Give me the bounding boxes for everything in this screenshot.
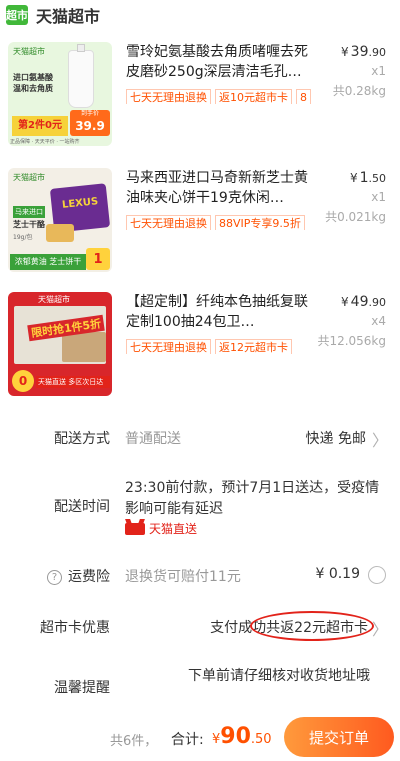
- thumb-price-label: 到手价: [80, 110, 99, 117]
- product-tags: 七天无理由退换 88VIP专享9.5折: [126, 212, 312, 230]
- store-name[interactable]: 天猫超市: [36, 3, 100, 27]
- tmall-cat-icon: [125, 522, 145, 535]
- product-quantity: x1: [371, 64, 386, 78]
- shipping-insurance-radio[interactable]: [368, 566, 386, 584]
- shipping-insurance-price: ¥ 0.19: [315, 566, 360, 582]
- chevron-right-icon[interactable]: 〉: [372, 616, 388, 640]
- shipping-insurance-label: 运费险: [68, 569, 110, 585]
- highlight-circle-annotation: [250, 611, 374, 641]
- product-thumbnail[interactable]: 天猫超市 马来进口 芝士干酪 19g/包 LEXUS 浓郁黄油 芝士饼干 1: [8, 168, 112, 272]
- submit-order-button[interactable]: 提交订单: [284, 717, 394, 757]
- total-integer: 90: [220, 724, 251, 749]
- order-item[interactable]: 天猫超市 马来进口 芝士干酪 19g/包 LEXUS 浓郁黄油 芝士饼干 1 马…: [0, 168, 400, 276]
- reminder-row: 温馨提醒 下单前请仔细核对收货地址哦: [0, 666, 400, 708]
- price-integer: 49: [350, 294, 369, 310]
- product-pump-image: [77, 44, 85, 52]
- total-label: 合计:: [171, 732, 204, 748]
- product-thumbnail[interactable]: 天猫超市 进口氨基酸 温和去角质 第2件0元 到手价 39.9 正品保障 · 天…: [8, 42, 112, 146]
- tag-return-policy: 七天无理由退换: [126, 215, 211, 230]
- thumb-origin-badge: 马来进口: [13, 206, 45, 218]
- price-currency: ¥: [341, 295, 349, 309]
- total-amount: ¥90.50: [212, 724, 272, 749]
- tmall-direct-badge: 天猫直送: [125, 520, 197, 537]
- tag-return-policy: 七天无理由退换: [126, 339, 211, 354]
- product-price: ¥49.90: [341, 294, 386, 310]
- checkout-footer: 共6件， 合计: ¥90.50 提交订单: [0, 713, 400, 761]
- thumb-size: 19g/包: [13, 234, 33, 241]
- price-integer: 1: [359, 170, 369, 186]
- shipping-insurance-row[interactable]: ? 运费险 退换货可赔付11元 ¥ 0.19: [0, 566, 400, 586]
- thumb-brand-label: 天猫超市: [13, 173, 45, 182]
- tmall-supermarket-logo: 超市: [6, 5, 28, 25]
- product-weight: 共12.056kg: [317, 334, 386, 348]
- price-currency: ¥: [341, 45, 349, 59]
- price-decimal: .50: [368, 172, 387, 185]
- product-tags: 七天无理由退换 返12元超市卡: [126, 336, 312, 354]
- price-decimal: .90: [368, 296, 387, 309]
- price-decimal: .90: [368, 46, 387, 59]
- tag-vip-discount: 88VIP专享9.5折: [215, 215, 305, 230]
- product-quantity: x4: [371, 314, 386, 328]
- product-price: ¥39.90: [341, 44, 386, 60]
- app-header: 超市 天猫超市: [0, 0, 400, 30]
- delivery-method-row[interactable]: 配送方式 普通配送 快递 免邮 〉: [0, 427, 400, 451]
- tag-extra: 8: [296, 89, 311, 104]
- thumb-promo: 浓郁黄油 芝士饼干: [10, 254, 86, 270]
- reminder-label: 温馨提醒: [54, 680, 110, 696]
- thumb-promo: 第2件0元: [12, 116, 68, 136]
- delivery-method-option[interactable]: 快递 免邮: [306, 428, 366, 448]
- thumb-sub: 天猫直送 多区次日达: [36, 376, 110, 388]
- product-title[interactable]: 马来西亚进口马奇新新芝士黄油味夹心饼干19克休闲…: [126, 168, 312, 208]
- chevron-right-icon[interactable]: 〉: [372, 427, 388, 451]
- reminder-value: 下单前请仔细核对收货地址哦: [188, 668, 370, 684]
- help-icon[interactable]: ?: [47, 570, 62, 585]
- order-item[interactable]: 天猫超市 进口氨基酸 温和去角质 第2件0元 到手价 39.9 正品保障 · 天…: [0, 42, 400, 150]
- product-weight: 共0.021kg: [325, 210, 386, 224]
- thumb-footnote: 正品保障 · 天天平价 · 一站购齐: [10, 139, 80, 145]
- product-title[interactable]: 【超定制】纤纯本色抽纸复联定制100抽24包卫…: [126, 292, 312, 332]
- thumb-brand-label: 天猫超市: [38, 295, 70, 304]
- price-integer: 39: [350, 44, 369, 60]
- product-thumbnail[interactable]: 天猫超市 限时抢1件5折 天猫直送 多区次日达 0: [8, 292, 112, 396]
- delivery-method-value: 普通配送: [125, 431, 181, 447]
- thumb-price-box: 1: [86, 248, 110, 270]
- tag-return-policy: 七天无理由退换: [126, 89, 211, 104]
- tag-card-rebate: 返10元超市卡: [215, 89, 292, 104]
- product-biscuit-image: [46, 224, 74, 242]
- thumb-price-box: 到手价 39.9: [70, 110, 110, 136]
- product-price: ¥1.50: [350, 170, 386, 186]
- delivery-time-row: 配送时间 23:30前付款，预计7月1日送达，受疫情影响可能有延迟: [0, 478, 400, 548]
- thumb-price: 0: [18, 374, 28, 388]
- product-weight: 共0.28kg: [332, 84, 386, 98]
- product-bottle-image: [68, 50, 94, 108]
- shipping-insurance-label-group: ? 运费险: [47, 566, 110, 586]
- thumb-line1: 进口氨基酸: [13, 73, 53, 82]
- thumb-brand-label: 天猫超市: [13, 47, 45, 56]
- delivery-time-value: 23:30前付款，预计7月1日送达，受疫情影响可能有延迟: [125, 480, 380, 517]
- thumb-price-box: 0: [12, 370, 34, 392]
- tmall-direct-label: 天猫直送: [149, 522, 198, 536]
- shipping-insurance-desc: 退换货可赔付11元: [125, 569, 241, 585]
- product-tissue-box-image: [62, 332, 106, 362]
- product-tags: 七天无理由退换 返10元超市卡 8: [126, 86, 312, 104]
- thumb-price: 39.9: [75, 119, 105, 133]
- tag-card-rebate: 返12元超市卡: [215, 339, 292, 354]
- delivery-method-label: 配送方式: [54, 431, 110, 447]
- card-discount-label: 超市卡优惠: [40, 620, 110, 636]
- price-currency: ¥: [349, 171, 358, 185]
- delivery-time-label: 配送时间: [54, 499, 110, 515]
- thumb-price: 1: [93, 252, 103, 267]
- item-count: 共6件，: [110, 734, 158, 749]
- product-quantity: x1: [371, 190, 386, 204]
- product-title[interactable]: 雪玲妃氨基酸去角质啫喱去死皮磨砂250g深层清洁毛孔…: [126, 42, 312, 82]
- thumb-line2: 芝士干酪: [13, 220, 45, 229]
- thumb-line2: 温和去角质: [13, 84, 53, 93]
- total-decimal: .50: [250, 732, 272, 747]
- order-item[interactable]: 天猫超市 限时抢1件5折 天猫直送 多区次日达 0 【超定制】纤纯本色抽纸复联定…: [0, 292, 400, 400]
